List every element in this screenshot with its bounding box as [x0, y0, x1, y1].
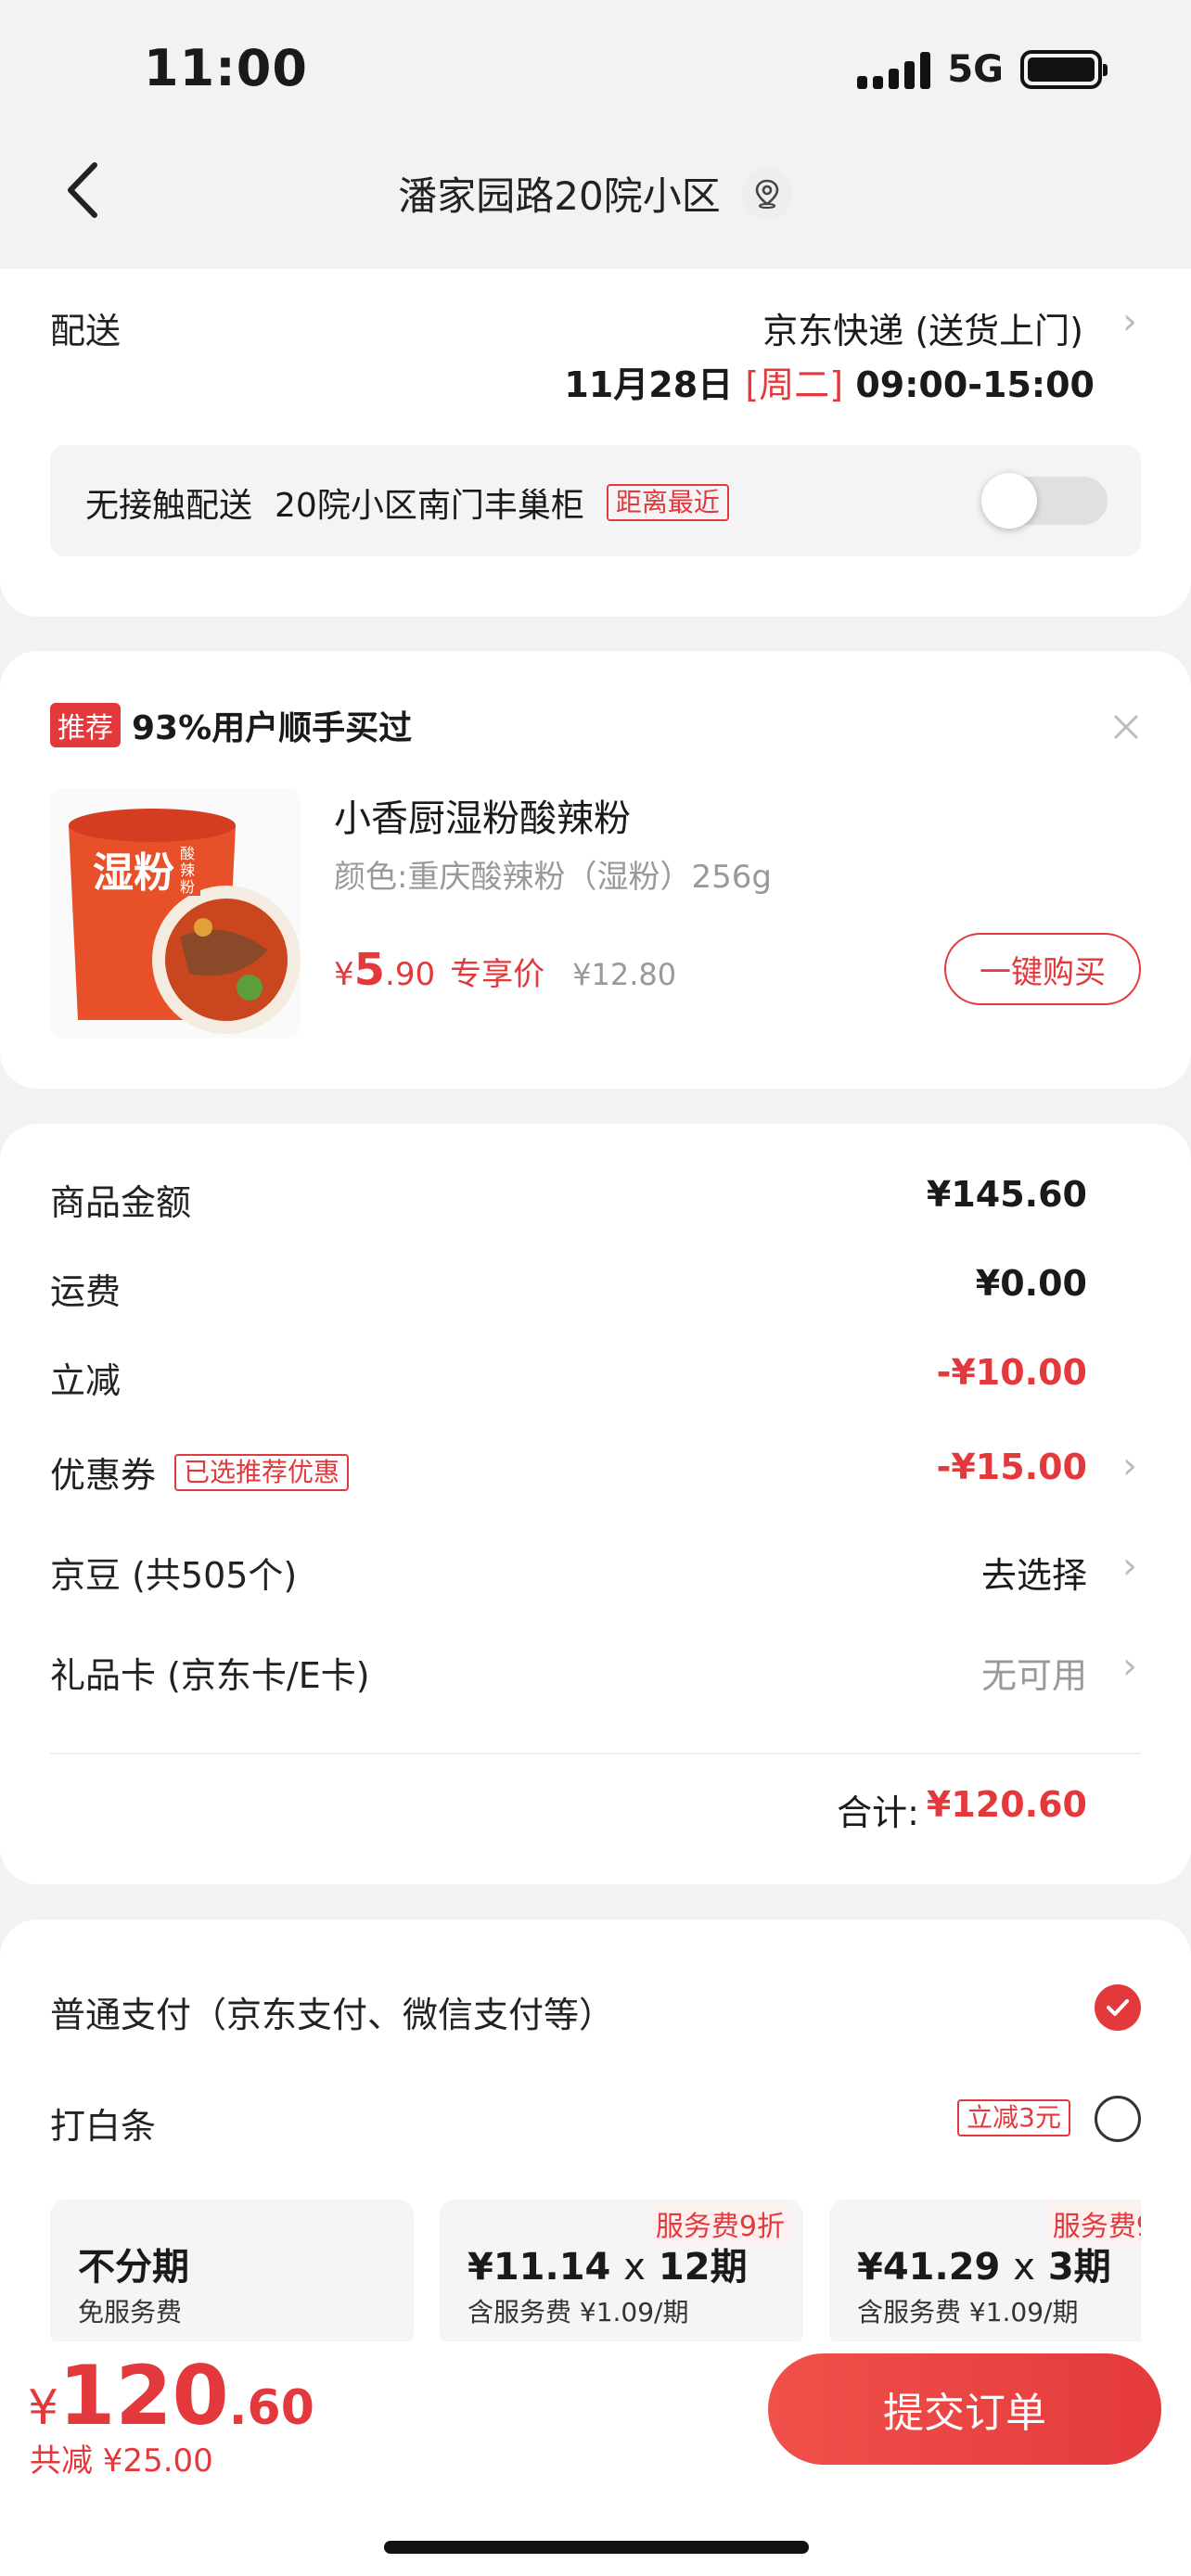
delivery-method[interactable]: 京东快递 (送货上门)	[762, 302, 1083, 353]
normal-pay-radio[interactable]	[1095, 1984, 1141, 2031]
delivery-label: 配送	[50, 311, 122, 351]
recommend-badge: 推荐	[50, 703, 121, 747]
plan-sub: 含服务费 ¥1.09/期	[857, 2297, 1079, 2327]
plan-no-installment[interactable]: 不分期 免服务费	[50, 2200, 414, 2348]
bottom-price-symbol: ¥	[28, 2380, 59, 2436]
price-symbol: ¥	[334, 956, 354, 993]
status-indicators: 5G	[857, 48, 1108, 91]
plan-3[interactable]: 服务费9 ¥41.29 x 3期 含服务费 ¥1.09/期	[829, 2200, 1141, 2348]
home-indicator	[384, 2541, 809, 2554]
chevron-right-icon[interactable]: ›	[1122, 300, 1137, 343]
network-type: 5G	[947, 48, 1004, 91]
original-price: ¥12.80	[572, 957, 677, 992]
close-icon	[1113, 714, 1139, 740]
delivery-window: 09:00-15:00	[855, 364, 1095, 405]
price-label: 专享价	[450, 956, 545, 993]
normal-pay-label[interactable]: 普通支付（京东支付、微信支付等）	[50, 1986, 614, 2037]
total-label: 合计:	[837, 1792, 919, 1833]
chevron-right-icon[interactable]: ›	[1122, 1445, 1137, 1487]
delivery-date: 11月28日	[564, 364, 734, 405]
baitiao-tag: 立减3元	[957, 2099, 1070, 2136]
jingdou-label: 京豆 (共505个)	[50, 1555, 298, 1596]
nearest-tag: 距离最近	[606, 484, 729, 521]
status-time: 11:00	[144, 39, 308, 97]
discount-label: 立减	[50, 1360, 122, 1401]
product-price: ¥ 5 .90 专享价 ¥12.80	[334, 944, 676, 996]
recommend-header: 推荐 93%用户顺手买过	[50, 701, 412, 749]
subtotal-label: 商品金额	[50, 1182, 192, 1223]
delivery-time[interactable]: 11月28日 [周二] 09:00-15:00	[564, 356, 1095, 407]
giftcard-label: 礼品卡 (京东卡/E卡)	[50, 1655, 370, 1696]
chevron-right-icon[interactable]: ›	[1122, 1545, 1137, 1588]
product-name[interactable]: 小香厨湿粉酸辣粉	[334, 788, 631, 842]
nav-title-bar[interactable]: 潘家园路20院小区	[0, 165, 1191, 222]
giftcard-value[interactable]: 无可用	[981, 1647, 1087, 1698]
price-int: 5	[353, 944, 386, 996]
plan-12[interactable]: 服务费9折 ¥11.14 x 12期 含服务费 ¥1.09/期	[440, 2200, 803, 2348]
battery-icon	[1020, 50, 1108, 89]
contactless-toggle[interactable]	[981, 473, 1108, 529]
contactless-label: 无接触配送	[85, 487, 253, 525]
address-title[interactable]: 潘家园路20院小区	[398, 165, 720, 222]
one-click-buy-button[interactable]: 一键购买	[944, 933, 1141, 1005]
plan-title: 不分期	[78, 2246, 189, 2289]
bottom-total-price: ¥ 120 .60	[28, 2348, 314, 2443]
discount-value: -¥10.00	[936, 1352, 1087, 1393]
contactless-info: 无接触配送 20院小区南门丰巢柜 距离最近	[85, 478, 729, 527]
price-dec: .90	[385, 956, 436, 993]
coupon-value[interactable]: -¥15.00	[937, 1447, 1087, 1487]
shipping-value: ¥0.00	[975, 1263, 1087, 1304]
locker-name: 20院小区南门丰巢柜	[275, 487, 584, 525]
plan-title: ¥41.29 x 3期	[857, 2246, 1111, 2289]
coupon-tag: 已选推荐优惠	[174, 1453, 350, 1491]
plan-title: ¥11.14 x 12期	[467, 2246, 748, 2289]
product-image-label: 湿粉	[93, 849, 174, 897]
location-pin-icon[interactable]	[740, 167, 793, 220]
checkmark-icon	[1107, 1999, 1129, 2016]
submit-order-button[interactable]: 提交订单	[768, 2353, 1161, 2465]
total-value: ¥120.60	[926, 1784, 1087, 1825]
baitiao-radio[interactable]	[1095, 2096, 1141, 2142]
divider	[50, 1753, 1141, 1754]
coupon-row[interactable]: 优惠券 已选推荐优惠	[50, 1447, 350, 1498]
close-recommend-button[interactable]	[1111, 712, 1141, 746]
signal-icon	[857, 50, 931, 89]
plan-sub: 免服务费	[78, 2297, 183, 2327]
total-row: 合计: ¥120.60	[837, 1784, 1087, 1835]
summary-card	[0, 1124, 1191, 1884]
jingdou-value[interactable]: 去选择	[981, 1547, 1087, 1598]
coupon-label: 优惠券	[50, 1455, 157, 1496]
shipping-label: 运费	[50, 1271, 122, 1312]
product-spec: 颜色:重庆酸辣粉（湿粉）256g	[334, 859, 772, 896]
subtotal-value: ¥145.60	[926, 1174, 1087, 1215]
bottom-price-dec: .60	[228, 2380, 314, 2436]
product-image-sublabel: 酸辣粉	[180, 846, 200, 896]
plan-sub: 含服务费 ¥1.09/期	[467, 2297, 689, 2327]
chevron-right-icon[interactable]: ›	[1122, 1645, 1137, 1688]
bottom-saved: 共减 ¥25.00	[30, 2442, 213, 2480]
recommend-headline: 93%用户顺手买过	[132, 709, 413, 747]
product-image[interactable]: 湿粉 酸辣粉	[50, 788, 301, 1039]
bottom-price-int: 120	[58, 2348, 229, 2443]
baitiao-label[interactable]: 打白条	[50, 2098, 156, 2149]
delivery-weekday: [周二]	[745, 364, 844, 405]
